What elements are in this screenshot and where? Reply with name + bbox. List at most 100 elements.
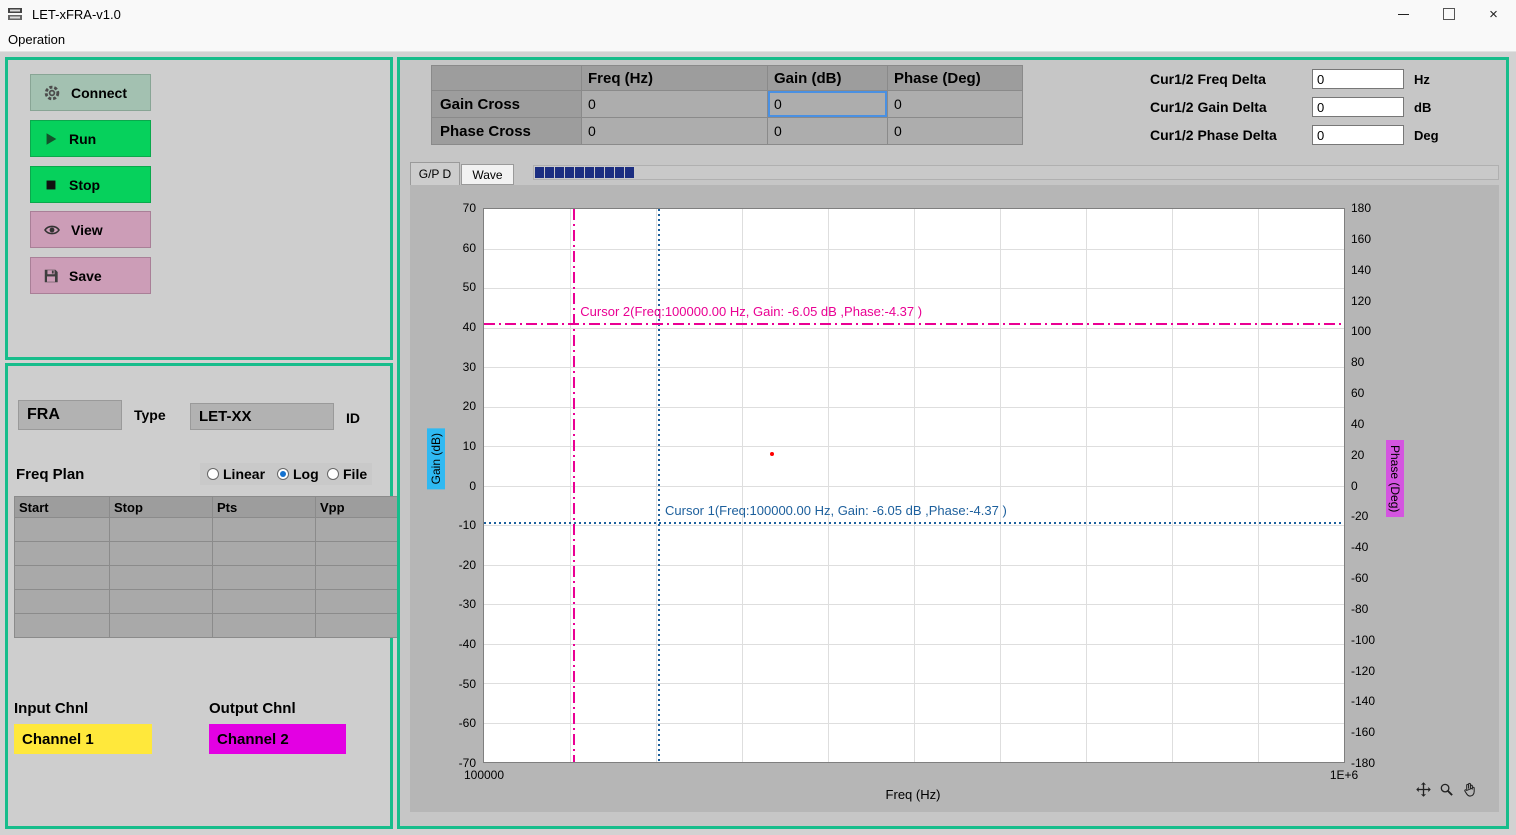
- freq-plan-cell[interactable]: [15, 542, 110, 566]
- phase-delta-input[interactable]: [1312, 125, 1404, 145]
- pan-hand-icon[interactable]: [1461, 781, 1478, 798]
- gain-cross-phase-cell[interactable]: 0: [888, 91, 1023, 118]
- freq-plan-row: [15, 518, 408, 542]
- freq-plan-cell[interactable]: [15, 566, 110, 590]
- input-channel-selector[interactable]: Channel 1: [14, 724, 152, 754]
- freq-plan-cell[interactable]: [316, 518, 408, 542]
- gain-delta-input[interactable]: [1312, 97, 1404, 117]
- radio-file-label: File: [343, 466, 367, 482]
- cursor-vline[interactable]: [573, 209, 575, 762]
- gridline: [484, 367, 1344, 368]
- fp-col-stop: Stop: [110, 497, 213, 518]
- phase-axis-ticks: 180160140120100806040200-20-40-60-80-100…: [1347, 208, 1391, 763]
- freq-plan-cell[interactable]: [110, 518, 213, 542]
- freq-delta-row: Cur1/2 Freq Delta Hz: [1150, 67, 1430, 91]
- freq-plan-cell[interactable]: [213, 566, 316, 590]
- cursor-hline[interactable]: [484, 522, 1344, 524]
- freq-plan-cell[interactable]: [110, 566, 213, 590]
- gain-axis-label[interactable]: Gain (dB): [427, 428, 445, 489]
- plot-tools: [1415, 781, 1478, 798]
- zoom-icon[interactable]: [1438, 781, 1455, 798]
- phase-cross-freq-cell[interactable]: 0: [582, 118, 768, 145]
- device-id-field[interactable]: LET-XX: [190, 403, 334, 430]
- maximize-button[interactable]: [1426, 0, 1471, 28]
- phase-cross-gain-cell[interactable]: 0: [768, 118, 888, 145]
- freq-plan-cell[interactable]: [15, 590, 110, 614]
- id-label: ID: [346, 410, 360, 426]
- gain-axis-ticks: 706050403020100-10-20-30-40-50-60-70: [443, 208, 479, 763]
- cursor-hline[interactable]: [484, 323, 1344, 325]
- main-panel: Freq (Hz) Gain (dB) Phase (Deg) Gain Cro…: [397, 57, 1509, 829]
- radio-log[interactable]: Log: [277, 466, 319, 482]
- freq-delta-input[interactable]: [1312, 69, 1404, 89]
- stop-label: Stop: [69, 177, 100, 193]
- freq-plan-cell[interactable]: [110, 542, 213, 566]
- data-point: [770, 452, 774, 456]
- run-label: Run: [69, 131, 96, 147]
- freq-plan-row: [15, 614, 408, 638]
- eye-icon: [43, 221, 61, 239]
- floppy-icon: [43, 268, 59, 284]
- freq-plan-cell[interactable]: [316, 566, 408, 590]
- axis-tick: -60: [443, 716, 479, 730]
- axis-tick: -60: [1347, 571, 1391, 585]
- tab-wave[interactable]: Wave: [461, 164, 514, 185]
- menubar: Operation: [0, 28, 1516, 52]
- close-icon: ×: [1489, 6, 1498, 23]
- stop-button[interactable]: Stop: [30, 166, 151, 203]
- axis-tick: 0: [1347, 479, 1391, 493]
- tab-gpd[interactable]: G/P D: [410, 162, 460, 185]
- freq-plan-cell[interactable]: [213, 614, 316, 638]
- freq-plan-cell[interactable]: [213, 590, 316, 614]
- output-chnl-label: Output Chnl: [209, 700, 296, 717]
- radio-log-label: Log: [293, 466, 319, 482]
- freq-plan-cell[interactable]: [316, 542, 408, 566]
- menu-operation[interactable]: Operation: [8, 32, 65, 47]
- phase-delta-unit: Deg: [1414, 128, 1439, 143]
- phase-cross-phase-cell[interactable]: 0: [888, 118, 1023, 145]
- view-label: View: [71, 222, 103, 238]
- radio-file[interactable]: File: [327, 466, 367, 482]
- phase-axis-label[interactable]: Phase (Deg): [1386, 440, 1404, 517]
- axis-tick: 20: [443, 399, 479, 413]
- axis-tick: -40: [1347, 540, 1391, 554]
- minimize-button[interactable]: [1381, 0, 1426, 28]
- freq-plan-cell[interactable]: [110, 590, 213, 614]
- freq-plan-table: Start Stop Pts Vpp: [14, 496, 408, 638]
- progress-segment: [545, 167, 554, 178]
- device-type-field[interactable]: FRA: [18, 400, 122, 430]
- run-button[interactable]: Run: [30, 120, 151, 157]
- freq-plan-cell[interactable]: [110, 614, 213, 638]
- axis-tick: -20: [1347, 509, 1391, 523]
- plot-area[interactable]: Cursor 1(Freq:100000.00 Hz, Gain: -6.05 …: [483, 208, 1345, 763]
- progress-segment: [565, 167, 574, 178]
- connect-button[interactable]: Connect: [30, 74, 151, 111]
- view-button[interactable]: View: [30, 211, 151, 248]
- output-channel-selector[interactable]: Channel 2: [209, 724, 346, 754]
- close-button[interactable]: ×: [1471, 0, 1516, 28]
- freq-plan-cell[interactable]: [15, 614, 110, 638]
- axis-tick: -100: [1347, 633, 1391, 647]
- axis-tick: -50: [443, 677, 479, 691]
- window-controls: ×: [1381, 0, 1516, 28]
- phase-cross-label: Phase Cross: [432, 118, 582, 145]
- freq-plan-cell[interactable]: [213, 518, 316, 542]
- freq-plan-cell[interactable]: [316, 614, 408, 638]
- freq-plan-cell[interactable]: [15, 518, 110, 542]
- gridline: [484, 565, 1344, 566]
- move-cursor-icon[interactable]: [1415, 781, 1432, 798]
- freq-plan-cell[interactable]: [316, 590, 408, 614]
- gain-cross-freq-cell[interactable]: 0: [582, 91, 768, 118]
- gain-delta-unit: dB: [1414, 100, 1431, 115]
- progress-segment: [615, 167, 624, 178]
- axis-tick: 60: [443, 241, 479, 255]
- radio-linear[interactable]: Linear: [207, 466, 265, 482]
- axis-tick: 30: [443, 360, 479, 374]
- gridline: [484, 407, 1344, 408]
- chart-area: 706050403020100-10-20-30-40-50-60-70 Cur…: [410, 185, 1499, 812]
- cursor-vline[interactable]: [658, 209, 660, 762]
- freq-plan-cell[interactable]: [213, 542, 316, 566]
- gain-cross-gain-cell[interactable]: 0: [768, 91, 888, 118]
- cross-col-freq: Freq (Hz): [582, 66, 768, 91]
- save-button[interactable]: Save: [30, 257, 151, 294]
